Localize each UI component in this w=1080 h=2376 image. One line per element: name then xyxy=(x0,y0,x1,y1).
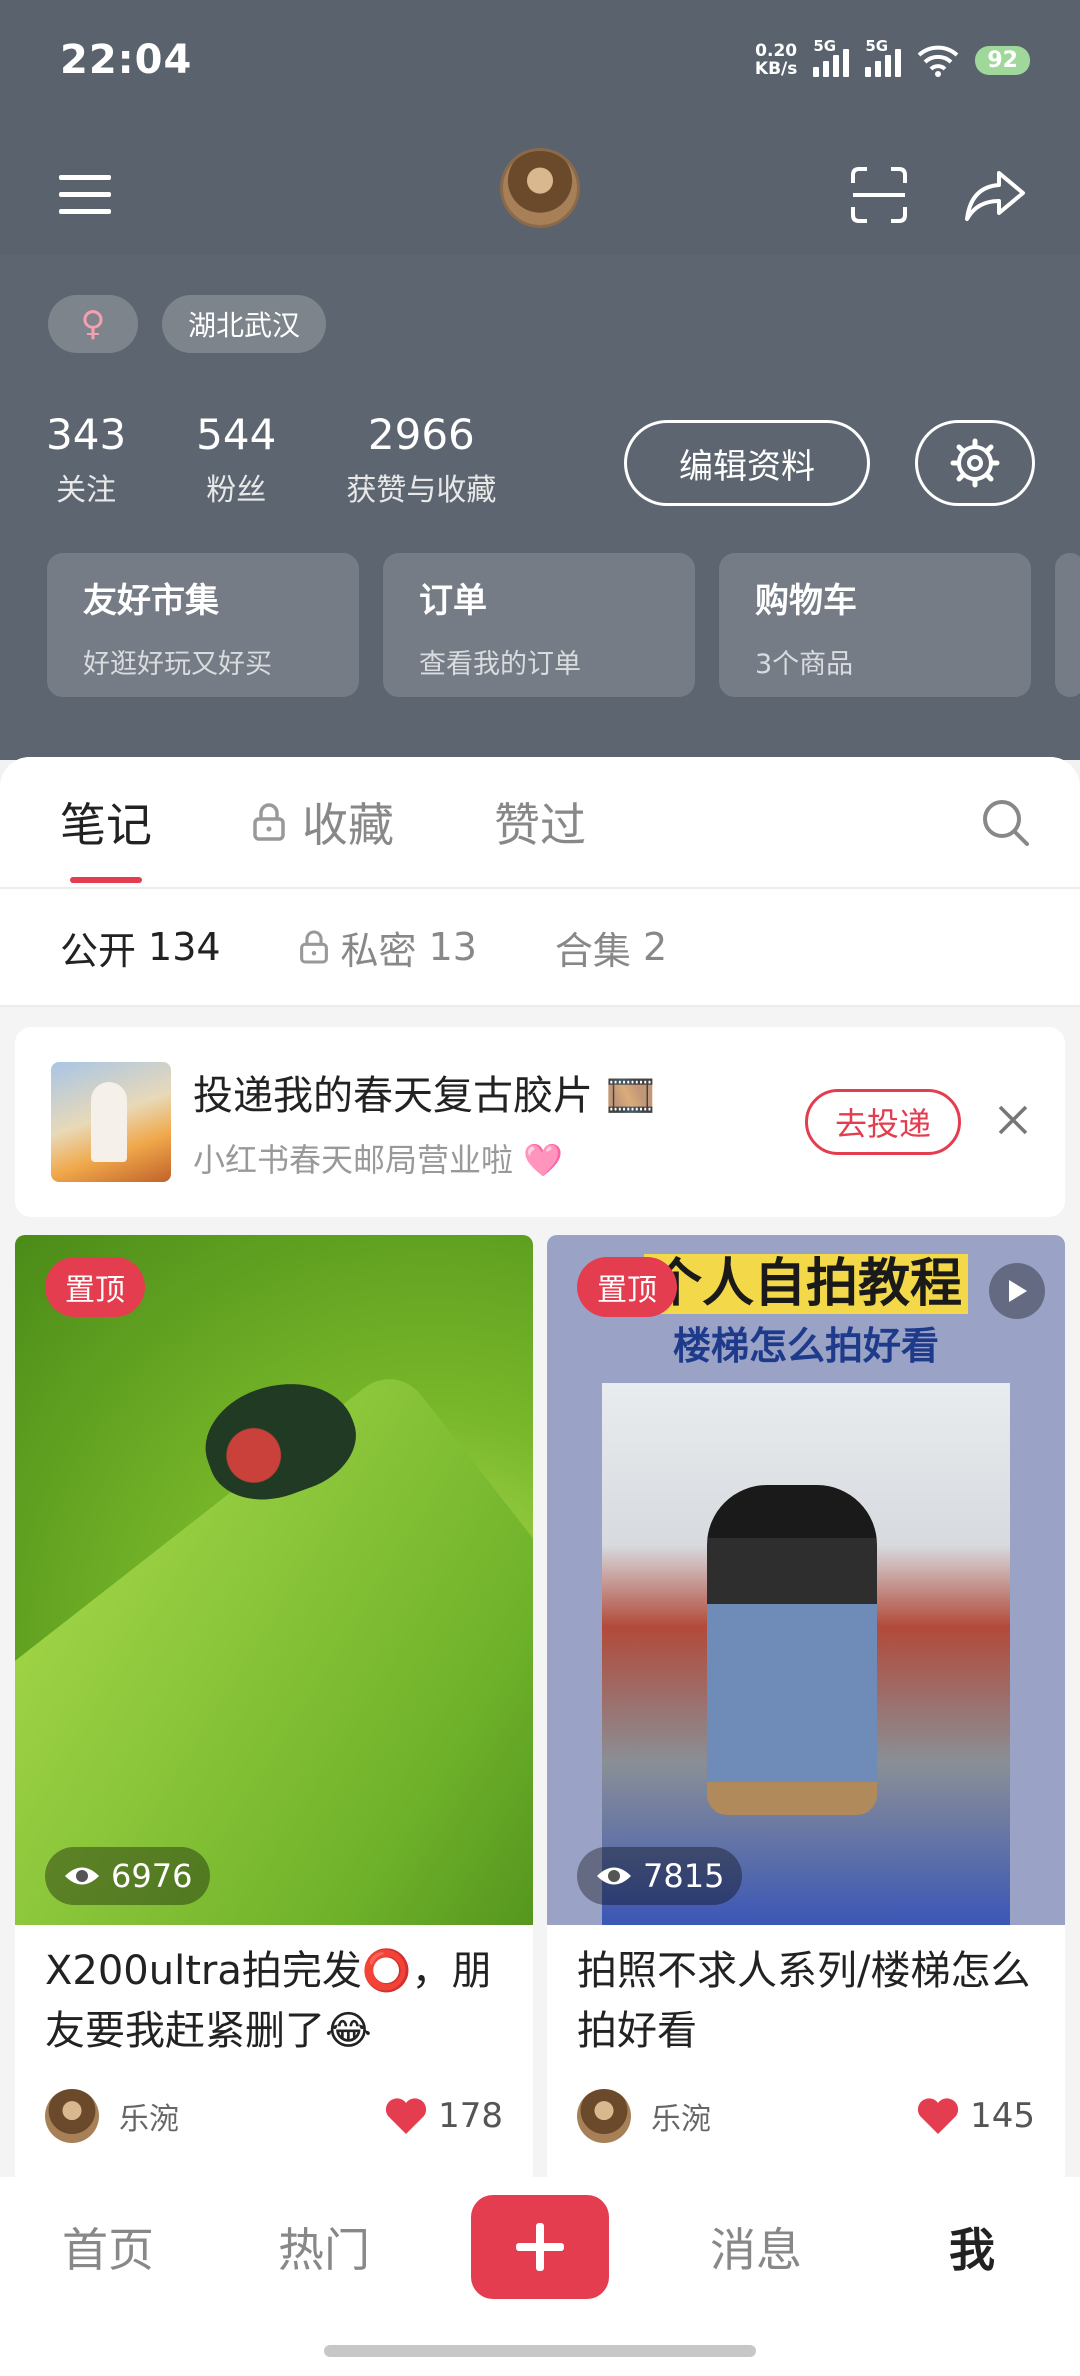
banner-subtitle: 小红书春天邮局营业啦 🩷 xyxy=(193,1141,564,1179)
cover-subtitle: 楼梯怎么拍好看 xyxy=(672,1324,939,1368)
profile-tags: ♀ 湖北武汉 xyxy=(48,295,327,353)
like-button[interactable]: 145 xyxy=(916,2096,1035,2136)
like-button[interactable]: 178 xyxy=(384,2096,503,2136)
home-indicator[interactable] xyxy=(324,2345,756,2357)
notes-grid: 置顶 6976 X200ultra拍完发⭕️，朋友要我赶紧删了😂 乐涴 178 … xyxy=(15,1235,1065,2177)
nav-me[interactable]: 我 xyxy=(864,2214,1080,2280)
card-market[interactable]: 友好市集 好逛好玩又好买 xyxy=(47,553,359,697)
pinned-badge: 置顶 xyxy=(577,1257,677,1317)
play-icon xyxy=(989,1263,1045,1319)
shortcut-cards: 友好市集 好逛好玩又好买 订单 查看我的订单 购物车 3个商品 xyxy=(47,553,1080,697)
battery-indicator: 92 xyxy=(975,45,1030,75)
share-icon[interactable] xyxy=(960,160,1030,230)
lock-icon xyxy=(253,803,285,841)
tab-notes[interactable]: 笔记 xyxy=(60,789,152,883)
note-card[interactable]: 置顶 6976 X200ultra拍完发⭕️，朋友要我赶紧删了😂 乐涴 178 xyxy=(15,1235,533,2177)
edit-profile-button[interactable]: 编辑资料 xyxy=(624,420,870,506)
nav-messages[interactable]: 消息 xyxy=(648,2214,864,2280)
avatar[interactable] xyxy=(500,148,580,228)
heart-icon xyxy=(385,2098,427,2134)
author-name[interactable]: 乐涴 xyxy=(651,2094,916,2138)
wifi-icon xyxy=(918,45,959,77)
banner-thumbnail xyxy=(51,1062,171,1182)
stat-followers[interactable]: 544 粉丝 xyxy=(196,410,276,509)
network-speed: 0.20 KB/s xyxy=(754,41,798,79)
signal-icon: 5G xyxy=(865,37,902,77)
banner-title: 投递我的春天复古胶片 🎞️ xyxy=(193,1073,656,1119)
cover-title: 个人自拍教程 xyxy=(643,1254,968,1314)
bottom-nav: 首页 热门 消息 我 xyxy=(0,2177,1080,2376)
eye-icon xyxy=(597,1867,631,1885)
content-tabs: 笔记 收藏 赞过 xyxy=(0,757,1080,889)
note-cover: 置顶 6976 xyxy=(15,1235,533,1925)
status-time: 22:04 xyxy=(60,37,193,83)
note-title: 拍照不求人系列/楼梯怎么拍好看 xyxy=(577,1948,1031,2054)
nav-home[interactable]: 首页 xyxy=(0,2214,216,2280)
subtab-albums[interactable]: 合集 2 xyxy=(555,920,667,975)
gender-tag: ♀ xyxy=(48,295,138,353)
lock-icon xyxy=(299,930,328,964)
location-tag: 湖北武汉 xyxy=(162,295,327,353)
submit-button[interactable]: 去投递 xyxy=(805,1089,961,1155)
menu-icon[interactable] xyxy=(50,160,120,230)
promo-banner[interactable]: 投递我的春天复古胶片 🎞️ 小红书春天邮局营业啦 🩷 去投递 xyxy=(15,1027,1065,1217)
tab-collections[interactable]: 收藏 xyxy=(252,789,394,855)
heart-icon xyxy=(917,2098,959,2134)
view-count: 6976 xyxy=(45,1847,211,1905)
stat-following[interactable]: 343 关注 xyxy=(46,410,126,509)
subtab-public[interactable]: 公开 134 xyxy=(60,920,221,975)
profile-stats: 343 关注 544 粉丝 2966 获赞与收藏 xyxy=(46,410,496,509)
card-more[interactable] xyxy=(1055,553,1080,697)
plus-icon xyxy=(516,2223,564,2271)
status-bar: 22:04 0.20 KB/s 5G 5G 92 xyxy=(60,30,1030,90)
notes-panel: 笔记 收藏 赞过 公开 134 私密 13 合集 2 投递我的春天复古胶片 🎞️… xyxy=(0,757,1080,2177)
gear-icon xyxy=(950,438,1000,488)
visibility-tabs: 公开 134 私密 13 合集 2 xyxy=(0,889,1080,1007)
create-post-button[interactable] xyxy=(471,2195,609,2299)
author-name[interactable]: 乐涴 xyxy=(119,2094,384,2138)
scan-icon[interactable] xyxy=(844,160,914,230)
tab-liked[interactable]: 赞过 xyxy=(494,789,586,855)
signal-icon: 5G xyxy=(813,37,850,77)
nav-hot[interactable]: 热门 xyxy=(216,2214,432,2280)
eye-icon xyxy=(65,1867,99,1885)
note-card[interactable]: 个人自拍教程 楼梯怎么拍好看 置顶 7815 拍照不求人系列/楼梯怎么拍好看 乐… xyxy=(547,1235,1065,2177)
close-icon[interactable] xyxy=(997,1104,1029,1140)
subtab-private[interactable]: 私密 13 xyxy=(299,920,477,975)
stat-likes-collects[interactable]: 2966 获赞与收藏 xyxy=(346,410,496,509)
author-avatar[interactable] xyxy=(577,2089,631,2143)
pinned-badge: 置顶 xyxy=(45,1257,145,1317)
note-title: X200ultra拍完发⭕️，朋友要我赶紧删了😂 xyxy=(45,1948,492,2054)
search-icon[interactable] xyxy=(980,797,1032,853)
settings-button[interactable] xyxy=(915,420,1035,506)
view-count: 7815 xyxy=(577,1847,743,1905)
author-avatar[interactable] xyxy=(45,2089,99,2143)
card-cart[interactable]: 购物车 3个商品 xyxy=(719,553,1031,697)
card-orders[interactable]: 订单 查看我的订单 xyxy=(383,553,695,697)
note-cover: 个人自拍教程 楼梯怎么拍好看 置顶 7815 xyxy=(547,1235,1065,1925)
